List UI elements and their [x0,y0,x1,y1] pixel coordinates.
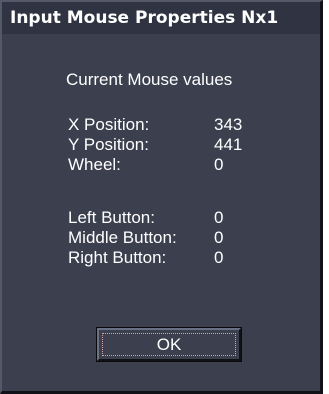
title-bar[interactable]: Input Mouse Properties Nx1 [2,2,320,34]
right-button-value: 0 [214,248,224,267]
x-position-label: X Position: [68,115,150,134]
y-position-label: Y Position: [68,135,149,154]
mouse-properties-dialog: Input Mouse Properties Nx1 Current Mouse… [0,0,323,394]
window-title: Input Mouse Properties Nx1 [10,8,279,28]
wheel-value: 0 [214,155,224,174]
ok-button-label: OK [156,335,182,354]
wheel-label: Wheel: [68,155,121,174]
middle-button-label: Middle Button: [68,228,177,247]
left-button-label: Left Button: [68,208,155,227]
x-position-value: 343 [214,115,243,134]
right-button-label: Right Button: [68,248,167,267]
ok-button[interactable]: OK [96,327,242,362]
left-button-value: 0 [214,208,224,227]
section-heading: Current Mouse values [66,70,233,89]
middle-button-value: 0 [214,228,224,247]
y-position-value: 441 [214,135,243,154]
